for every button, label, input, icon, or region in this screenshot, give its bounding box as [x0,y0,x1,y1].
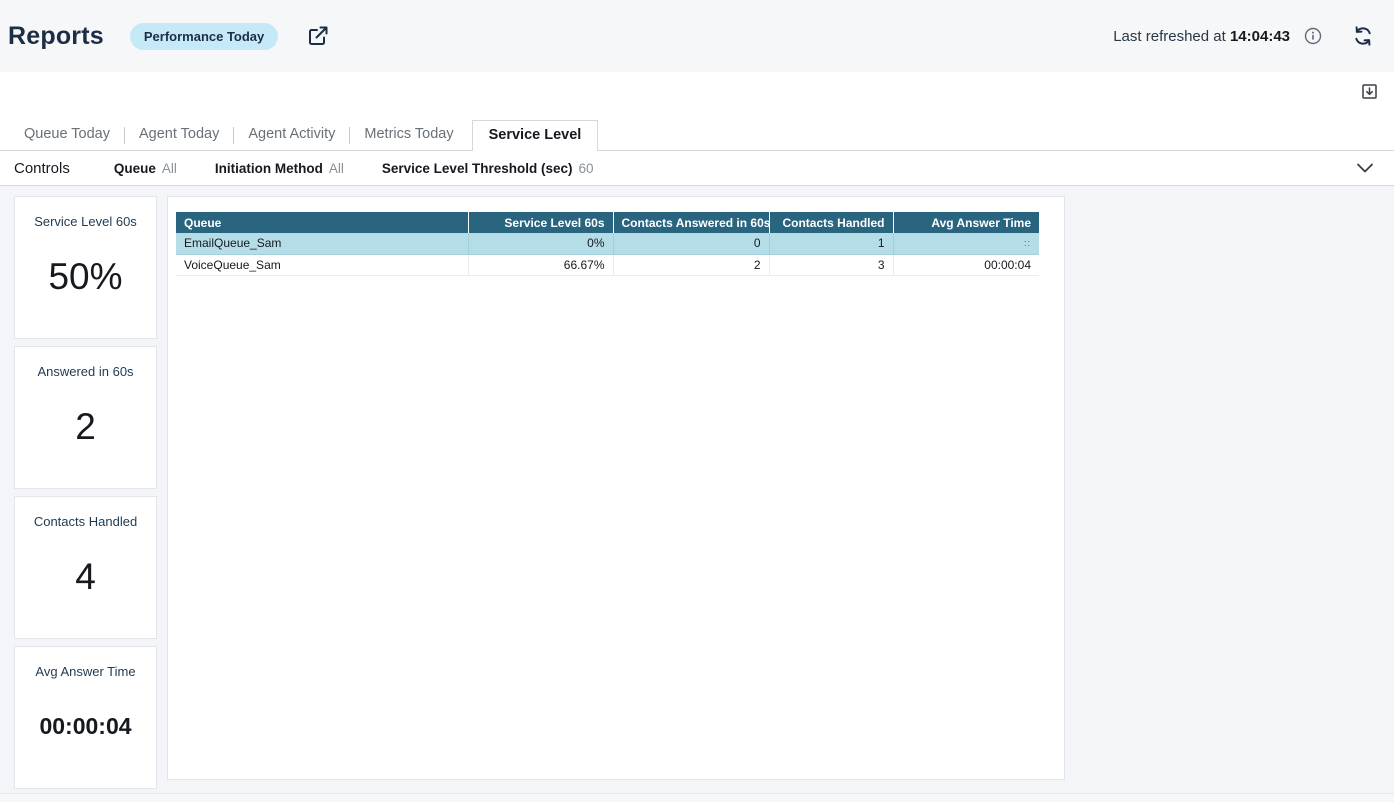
cell-service-level[interactable]: 0% [468,233,613,254]
last-refreshed-time: 14:04:43 [1230,28,1290,45]
control-queue-label: Queue [114,161,156,176]
column-header-service-level-60s[interactable]: Service Level 60s [468,212,613,233]
tab-divider [124,127,125,144]
control-initiation-method[interactable]: Initiation Method All [215,161,344,176]
kpi-card-avg-answer-time: Avg Answer Time 00:00:04 [14,646,157,789]
tab-agent-activity[interactable]: Agent Activity [248,121,335,150]
kpi-column: Service Level 60s 50% Answered in 60s 2 … [14,196,157,789]
tab-agent-today[interactable]: Agent Today [139,121,219,150]
kpi-title: Service Level 60s [34,214,137,229]
controls-bar: Controls Queue All Initiation Method All… [0,151,1394,186]
kpi-value: 4 [75,556,96,598]
last-refreshed-prefix: Last refreshed at [1113,28,1230,45]
control-sl-threshold-value: 60 [578,161,593,176]
kpi-card-answered-in-60s: Answered in 60s 2 [14,346,157,489]
last-refreshed-text: Last refreshed at 14:04:43 [1113,28,1290,45]
cell-contacts-answered[interactable]: 0 [613,233,769,254]
kpi-value: 2 [75,406,96,448]
cell-queue[interactable]: EmailQueue_Sam [176,233,468,254]
table-row[interactable]: VoiceQueue_Sam 66.67% 2 3 00:00:04 [176,254,1039,275]
dashboard-panel: Queue Today Agent Today Agent Activity M… [0,72,1394,802]
tab-service-level[interactable]: Service Level [472,120,599,151]
control-queue-value: All [162,161,177,176]
sheet-bottom-edge [0,793,1394,802]
table-row[interactable]: EmailQueue_Sam 0% 0 1 :: [176,233,1039,254]
dashboard-sheet: Service Level 60s 50% Answered in 60s 2 … [0,186,1394,802]
kpi-title: Contacts Handled [34,514,137,529]
control-initiation-method-label: Initiation Method [215,161,323,176]
page-title: Reports [8,22,104,51]
control-queue[interactable]: Queue All [114,161,177,176]
control-sl-threshold-label: Service Level Threshold (sec) [382,161,573,176]
service-level-table-panel: Queue Service Level 60s Contacts Answere… [167,196,1065,780]
kpi-card-service-level: Service Level 60s 50% [14,196,157,339]
column-header-contacts-answered-in-60s[interactable]: Contacts Answered in 60s [613,212,769,233]
cell-service-level[interactable]: 66.67% [468,254,613,275]
column-header-avg-answer-time[interactable]: Avg Answer Time [893,212,1039,233]
download-icon[interactable] [1361,83,1378,100]
column-header-contacts-handled[interactable]: Contacts Handled [769,212,893,233]
report-tabs: Queue Today Agent Today Agent Activity M… [0,122,1394,151]
service-level-table: Queue Service Level 60s Contacts Answere… [176,212,1039,276]
tab-divider [233,127,234,144]
cell-avg-answer-time[interactable]: :: [893,233,1039,254]
kpi-value: 50% [48,256,122,298]
chevron-down-icon[interactable] [1356,162,1374,174]
cell-queue[interactable]: VoiceQueue_Sam [176,254,468,275]
info-icon[interactable] [1304,27,1322,45]
external-link-icon[interactable] [306,24,330,48]
tab-metrics-today[interactable]: Metrics Today [364,121,453,150]
cell-contacts-handled[interactable]: 3 [769,254,893,275]
column-header-queue[interactable]: Queue [176,212,468,233]
refresh-icon[interactable] [1352,25,1374,47]
kpi-title: Avg Answer Time [35,664,135,679]
cell-contacts-answered[interactable]: 2 [613,254,769,275]
top-bar: Reports Performance Today Last refreshed… [0,0,1394,72]
kpi-value: 00:00:04 [39,713,131,740]
cell-contacts-handled[interactable]: 1 [769,233,893,254]
tab-queue-today[interactable]: Queue Today [24,121,110,150]
performance-today-badge: Performance Today [130,23,278,50]
tab-divider [349,127,350,144]
control-sl-threshold[interactable]: Service Level Threshold (sec) 60 [382,161,594,176]
cell-avg-answer-time[interactable]: 00:00:04 [893,254,1039,275]
kpi-card-contacts-handled: Contacts Handled 4 [14,496,157,639]
kpi-title: Answered in 60s [37,364,133,379]
controls-title: Controls [14,160,70,177]
control-initiation-method-value: All [329,161,344,176]
table-header-row: Queue Service Level 60s Contacts Answere… [176,212,1039,233]
